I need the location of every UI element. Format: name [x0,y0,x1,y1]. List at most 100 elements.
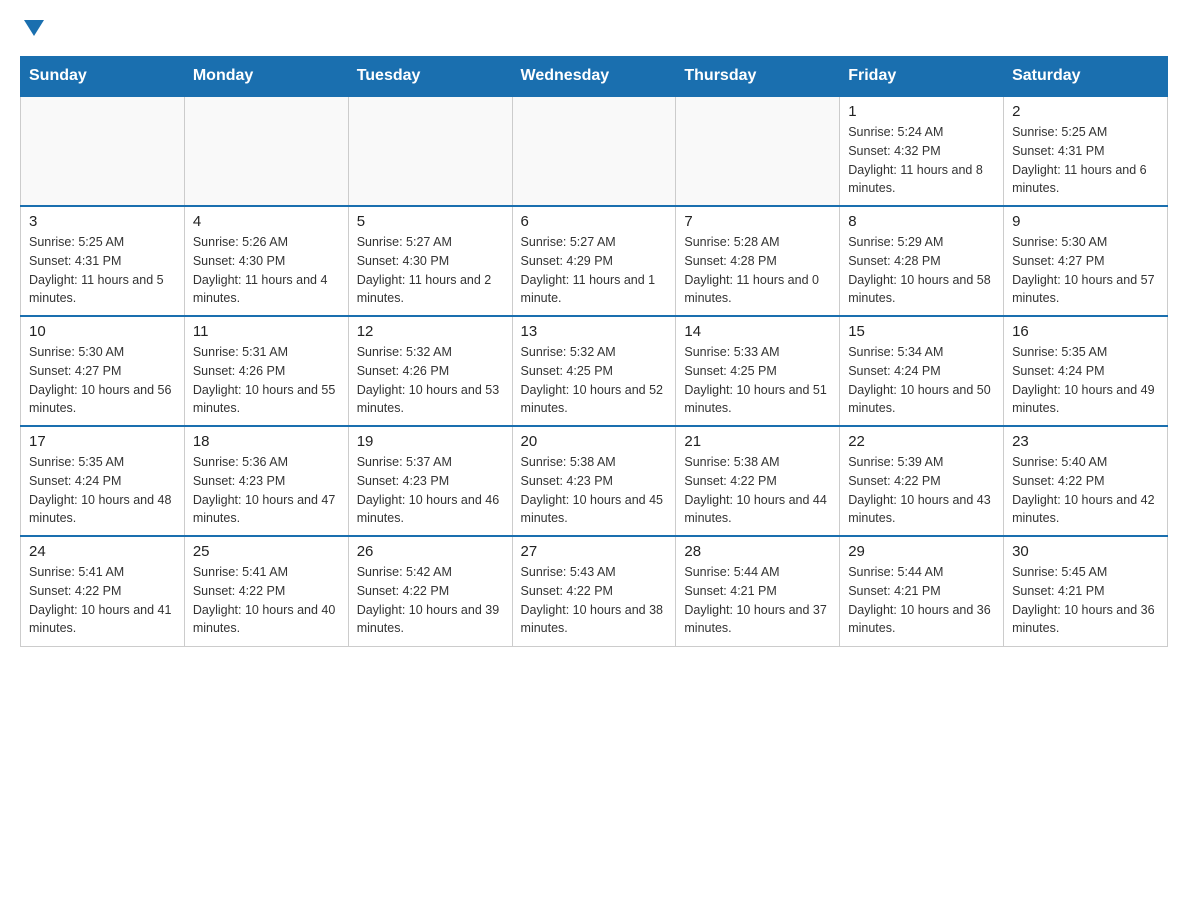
week-row-3: 10 Sunrise: 5:30 AMSunset: 4:27 PMDayligh… [21,316,1168,426]
day-number: 17 [29,433,176,450]
day-number: 25 [193,543,340,560]
day-info: Sunrise: 5:30 AMSunset: 4:27 PMDaylight:… [1012,233,1159,308]
day-number: 12 [357,323,504,340]
calendar-cell: 29 Sunrise: 5:44 AMSunset: 4:21 PMDayligh… [840,536,1004,646]
day-info: Sunrise: 5:43 AMSunset: 4:22 PMDaylight:… [521,563,668,638]
calendar-cell: 22 Sunrise: 5:39 AMSunset: 4:22 PMDayligh… [840,426,1004,536]
calendar-cell: 4 Sunrise: 5:26 AMSunset: 4:30 PMDaylight… [184,206,348,316]
day-number: 8 [848,213,995,230]
day-info: Sunrise: 5:30 AMSunset: 4:27 PMDaylight:… [29,343,176,418]
calendar-cell: 28 Sunrise: 5:44 AMSunset: 4:21 PMDayligh… [676,536,840,646]
day-info: Sunrise: 5:28 AMSunset: 4:28 PMDaylight:… [684,233,831,308]
weekday-header-row: SundayMondayTuesdayWednesdayThursdayFrid… [21,57,1168,97]
calendar-cell: 9 Sunrise: 5:30 AMSunset: 4:27 PMDaylight… [1004,206,1168,316]
day-info: Sunrise: 5:41 AMSunset: 4:22 PMDaylight:… [29,563,176,638]
day-info: Sunrise: 5:41 AMSunset: 4:22 PMDaylight:… [193,563,340,638]
calendar-cell: 24 Sunrise: 5:41 AMSunset: 4:22 PMDayligh… [21,536,185,646]
day-number: 18 [193,433,340,450]
weekday-header-thursday: Thursday [676,57,840,97]
day-number: 1 [848,103,995,120]
day-number: 14 [684,323,831,340]
weekday-header-sunday: Sunday [21,57,185,97]
day-number: 6 [521,213,668,230]
day-info: Sunrise: 5:35 AMSunset: 4:24 PMDaylight:… [29,453,176,528]
day-info: Sunrise: 5:35 AMSunset: 4:24 PMDaylight:… [1012,343,1159,418]
day-number: 29 [848,543,995,560]
day-info: Sunrise: 5:32 AMSunset: 4:26 PMDaylight:… [357,343,504,418]
day-number: 3 [29,213,176,230]
week-row-5: 24 Sunrise: 5:41 AMSunset: 4:22 PMDayligh… [21,536,1168,646]
weekday-header-friday: Friday [840,57,1004,97]
calendar-cell: 21 Sunrise: 5:38 AMSunset: 4:22 PMDayligh… [676,426,840,536]
day-number: 10 [29,323,176,340]
day-info: Sunrise: 5:31 AMSunset: 4:26 PMDaylight:… [193,343,340,418]
weekday-header-saturday: Saturday [1004,57,1168,97]
day-info: Sunrise: 5:37 AMSunset: 4:23 PMDaylight:… [357,453,504,528]
calendar-cell: 11 Sunrise: 5:31 AMSunset: 4:26 PMDayligh… [184,316,348,426]
weekday-header-monday: Monday [184,57,348,97]
day-info: Sunrise: 5:38 AMSunset: 4:22 PMDaylight:… [684,453,831,528]
day-number: 19 [357,433,504,450]
day-number: 26 [357,543,504,560]
calendar-cell: 2 Sunrise: 5:25 AMSunset: 4:31 PMDaylight… [1004,96,1168,206]
day-number: 9 [1012,213,1159,230]
calendar-cell: 10 Sunrise: 5:30 AMSunset: 4:27 PMDayligh… [21,316,185,426]
logo-triangle-icon [24,20,44,36]
day-info: Sunrise: 5:44 AMSunset: 4:21 PMDaylight:… [848,563,995,638]
calendar-table: SundayMondayTuesdayWednesdayThursdayFrid… [20,56,1168,647]
day-info: Sunrise: 5:44 AMSunset: 4:21 PMDaylight:… [684,563,831,638]
day-info: Sunrise: 5:27 AMSunset: 4:29 PMDaylight:… [521,233,668,308]
day-info: Sunrise: 5:40 AMSunset: 4:22 PMDaylight:… [1012,453,1159,528]
day-number: 20 [521,433,668,450]
calendar-cell: 30 Sunrise: 5:45 AMSunset: 4:21 PMDayligh… [1004,536,1168,646]
day-number: 30 [1012,543,1159,560]
calendar-cell: 6 Sunrise: 5:27 AMSunset: 4:29 PMDaylight… [512,206,676,316]
week-row-4: 17 Sunrise: 5:35 AMSunset: 4:24 PMDayligh… [21,426,1168,536]
day-number: 4 [193,213,340,230]
week-row-2: 3 Sunrise: 5:25 AMSunset: 4:31 PMDaylight… [21,206,1168,316]
calendar-cell: 15Sunrise: 5:34 AMSunset: 4:24 PMDayligh… [840,316,1004,426]
calendar-cell: 5 Sunrise: 5:27 AMSunset: 4:30 PMDaylight… [348,206,512,316]
day-info: Sunrise: 5:24 AMSunset: 4:32 PMDaylight:… [848,123,995,198]
calendar-cell: 14 Sunrise: 5:33 AMSunset: 4:25 PMDayligh… [676,316,840,426]
day-info: Sunrise: 5:34 AMSunset: 4:24 PMDaylight:… [848,343,995,418]
day-info: Sunrise: 5:25 AMSunset: 4:31 PMDaylight:… [29,233,176,308]
day-info: Sunrise: 5:26 AMSunset: 4:30 PMDaylight:… [193,233,340,308]
calendar-cell [348,96,512,206]
day-number: 2 [1012,103,1159,120]
day-number: 21 [684,433,831,450]
calendar-cell: 18Sunrise: 5:36 AMSunset: 4:23 PMDayligh… [184,426,348,536]
day-info: Sunrise: 5:27 AMSunset: 4:30 PMDaylight:… [357,233,504,308]
weekday-header-wednesday: Wednesday [512,57,676,97]
day-info: Sunrise: 5:39 AMSunset: 4:22 PMDaylight:… [848,453,995,528]
calendar-cell: 17 Sunrise: 5:35 AMSunset: 4:24 PMDayligh… [21,426,185,536]
calendar-cell: 3 Sunrise: 5:25 AMSunset: 4:31 PMDaylight… [21,206,185,316]
calendar-cell: 13 Sunrise: 5:32 AMSunset: 4:25 PMDayligh… [512,316,676,426]
calendar-cell: 7 Sunrise: 5:28 AMSunset: 4:28 PMDaylight… [676,206,840,316]
calendar-cell: 27 Sunrise: 5:43 AMSunset: 4:22 PMDayligh… [512,536,676,646]
day-number: 13 [521,323,668,340]
day-info: Sunrise: 5:25 AMSunset: 4:31 PMDaylight:… [1012,123,1159,198]
calendar-cell [512,96,676,206]
day-number: 22 [848,433,995,450]
calendar-cell: 26Sunrise: 5:42 AMSunset: 4:22 PMDayligh… [348,536,512,646]
day-number: 27 [521,543,668,560]
calendar-cell [676,96,840,206]
day-info: Sunrise: 5:45 AMSunset: 4:21 PMDaylight:… [1012,563,1159,638]
page-header [20,20,1168,36]
weekday-header-tuesday: Tuesday [348,57,512,97]
calendar-cell: 20Sunrise: 5:38 AMSunset: 4:23 PMDayligh… [512,426,676,536]
day-number: 28 [684,543,831,560]
day-number: 23 [1012,433,1159,450]
calendar-cell: 8 Sunrise: 5:29 AMSunset: 4:28 PMDaylight… [840,206,1004,316]
day-info: Sunrise: 5:32 AMSunset: 4:25 PMDaylight:… [521,343,668,418]
week-row-1: 1 Sunrise: 5:24 AMSunset: 4:32 PMDaylight… [21,96,1168,206]
day-number: 16 [1012,323,1159,340]
calendar-cell [21,96,185,206]
day-number: 24 [29,543,176,560]
day-number: 7 [684,213,831,230]
day-number: 11 [193,323,340,340]
day-info: Sunrise: 5:29 AMSunset: 4:28 PMDaylight:… [848,233,995,308]
day-info: Sunrise: 5:33 AMSunset: 4:25 PMDaylight:… [684,343,831,418]
day-number: 5 [357,213,504,230]
